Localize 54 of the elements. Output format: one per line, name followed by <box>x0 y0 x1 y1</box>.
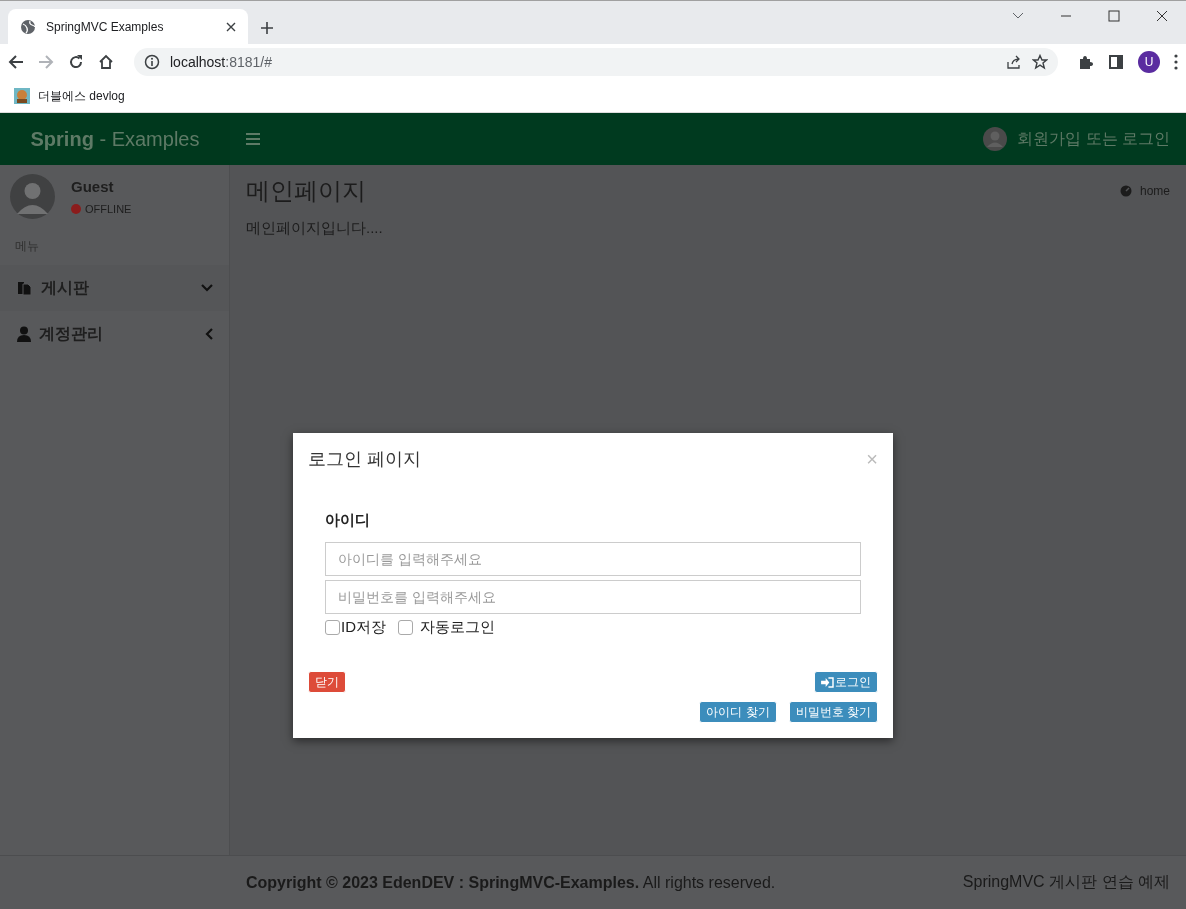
footer-text: SpringMVC 게시판 연습 예제 <box>962 872 1170 892</box>
page-title: 메인페이지 <box>246 176 366 206</box>
menu-icon <box>246 133 260 145</box>
page-text: 메인페이지입니다.... <box>246 219 384 238</box>
chevron-down-icon[interactable] <box>1012 12 1024 20</box>
chevron-left-icon <box>205 328 213 340</box>
input-field[interactable]: 아이디를 입력해주세요 <box>325 542 861 576</box>
close-button[interactable]: × <box>866 449 878 469</box>
menu-button[interactable] <box>246 133 260 145</box>
globe-icon <box>20 18 36 35</box>
tab-title: SpringMVC Examples <box>46 19 165 34</box>
home-icon[interactable] <box>98 54 114 70</box>
sign-in-icon <box>821 676 834 688</box>
side-panel-icon[interactable] <box>1108 54 1124 70</box>
avatar-icon <box>983 127 1008 151</box>
sidebar-item[interactable]: 계정관리 <box>0 311 229 357</box>
modal-title: 로그인 페이지 <box>308 448 421 471</box>
maximize-icon[interactable] <box>1108 10 1120 22</box>
button[interactable]: 아이디 찾기 <box>699 701 777 723</box>
bookmark-link[interactable]: 더블에스 devlog <box>14 87 125 105</box>
copyright-text: Copyright © 2023 EdenDEV : SpringMVC-Examples. All rights reserved. <box>246 873 776 892</box>
button[interactable]: 로그인 <box>814 671 878 693</box>
address-bar[interactable]: localhost:8181/# <box>134 48 1058 76</box>
button[interactable]: 비밀번호 찾기 <box>788 701 878 723</box>
status-text: OFFLINE <box>85 203 132 215</box>
checkbox-label: ID저장 <box>341 618 386 637</box>
puzzle-icon[interactable] <box>1078 54 1094 70</box>
user-name: Guest <box>71 178 115 195</box>
star-icon[interactable] <box>1032 54 1048 70</box>
chevron-down-icon <box>201 284 213 292</box>
share-icon[interactable] <box>1006 54 1022 70</box>
dashboard-icon <box>1119 185 1132 197</box>
input-field[interactable]: 비밀번호를 입력해주세요 <box>325 580 861 614</box>
login-link[interactable]: 회원가입 또는 로그인 <box>1017 128 1170 150</box>
close-icon[interactable] <box>226 21 236 32</box>
checkbox-label: 자동로그인 <box>420 618 495 637</box>
button[interactable]: 닫기 <box>308 671 346 693</box>
checkbox[interactable] <box>398 620 413 635</box>
more-icon[interactable] <box>1174 54 1178 70</box>
profile-avatar[interactable]: U <box>1138 51 1160 73</box>
files-icon <box>17 280 33 296</box>
status-dot <box>71 204 81 214</box>
user-icon <box>17 326 31 342</box>
checkbox[interactable] <box>325 620 340 635</box>
reload-icon[interactable] <box>68 54 84 70</box>
info-icon <box>144 54 160 70</box>
back-arrow-icon[interactable] <box>8 54 24 70</box>
avatar-icon <box>10 174 55 219</box>
bookmark-favicon-icon <box>14 88 30 104</box>
browser-tab[interactable]: SpringMVC Examples <box>8 9 248 44</box>
new-tab-icon[interactable] <box>260 21 274 35</box>
field-label: 아이디 <box>325 511 370 530</box>
breadcrumb-link[interactable]: home <box>1119 184 1170 198</box>
close-icon[interactable] <box>1156 10 1168 22</box>
